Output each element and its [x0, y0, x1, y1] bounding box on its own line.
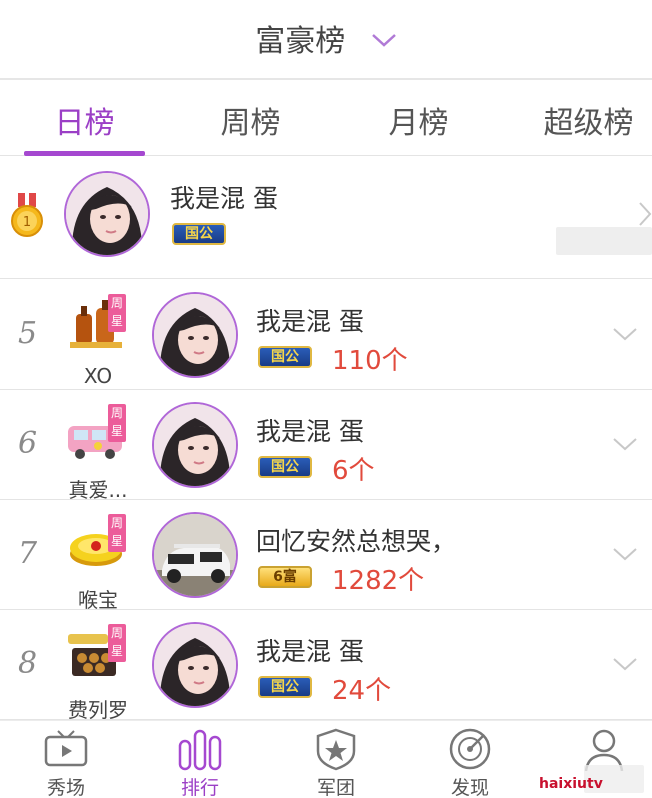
tv-icon — [44, 730, 88, 767]
rank-badge: 国公 — [258, 456, 312, 478]
user-name: 我是混 蛋 — [256, 637, 364, 666]
chevron-down-icon[interactable] — [612, 326, 638, 346]
user-name: 我是混 蛋 — [170, 184, 278, 213]
avatar[interactable] — [152, 622, 238, 708]
rank-number: 7 — [18, 536, 38, 571]
chevron-down-icon — [371, 21, 397, 56]
gift-count: 1282个 — [332, 566, 425, 596]
list-item[interactable]: 7 周星 喉宝 回忆安然总想哭， 6富 1282个 — [0, 500, 652, 612]
rank-badge: 国公 — [258, 676, 312, 698]
rank-badge: 6富 — [258, 566, 312, 588]
rank-badge: 国公 — [258, 346, 312, 368]
list-item[interactable]: 6 周星 真爱... 我是混 蛋 国公 6个 — [0, 390, 652, 502]
week-star-tag: 周星 — [108, 294, 126, 332]
svg-text:1: 1 — [23, 215, 31, 230]
tabbar-item-ranking[interactable]: 排行 — [150, 721, 250, 798]
rank-number: 8 — [18, 646, 38, 681]
tab-weekly[interactable]: 周榜 — [190, 98, 311, 142]
gift-count: 24个 — [332, 676, 392, 706]
blurred-region — [556, 227, 652, 255]
gift-name: 喉宝 — [78, 588, 118, 612]
chevron-down-icon[interactable] — [612, 436, 638, 456]
tabbar-label: 发现 — [450, 777, 489, 798]
chevron-down-icon[interactable] — [612, 546, 638, 566]
user-name: 我是混 蛋 — [256, 417, 364, 446]
tab-daily[interactable]: 日榜 — [24, 98, 145, 142]
shield-star-icon — [316, 728, 356, 771]
period-tabs: 日榜 周榜 月榜 超级榜 — [0, 80, 652, 156]
tabbar-label: 军团 — [316, 777, 355, 798]
tabbar-item-discover[interactable]: 发现 — [420, 721, 520, 798]
tabbar-label: 排行 — [180, 777, 219, 798]
week-star-tag: 周星 — [108, 624, 126, 662]
tabbar-item-legion[interactable]: 军团 — [286, 721, 386, 798]
list-item[interactable]: 5 周星 XO 我是混 蛋 国公 110个 — [0, 280, 652, 390]
week-star-tag: 周星 — [108, 514, 126, 552]
active-tab-indicator — [24, 151, 145, 156]
app-header: 富豪榜 — [0, 0, 652, 80]
rank-badge: 国公 — [172, 223, 226, 245]
rank-number: 5 — [18, 316, 38, 351]
gift-name: XO — [83, 364, 113, 388]
ranking-bars-icon — [178, 729, 222, 771]
tabbar-label: 秀场 — [46, 777, 85, 798]
avatar[interactable] — [64, 171, 150, 257]
gift-name: 真爱... — [68, 478, 128, 502]
watermark: haixiutv — [539, 776, 603, 792]
user-name: 回忆安然总想哭， — [256, 527, 457, 556]
chevron-down-icon[interactable] — [612, 656, 638, 676]
tab-monthly[interactable]: 月榜 — [358, 98, 479, 142]
rank-number: 6 — [18, 426, 38, 461]
gift-name: 费列罗 — [68, 698, 128, 722]
user-name: 我是混 蛋 — [256, 307, 364, 336]
gift-count: 110个 — [332, 346, 408, 376]
tabbar-item-show[interactable]: 秀场 — [16, 721, 116, 798]
avatar[interactable] — [152, 512, 238, 598]
gift-count: 6个 — [332, 456, 375, 486]
list-item[interactable]: 8 周星 费列罗 我是混 蛋 国公 24个 — [0, 610, 652, 722]
page-title: 富豪榜 — [255, 24, 346, 59]
top-entry[interactable]: 1 我是混 蛋 国公 — [0, 157, 652, 279]
avatar[interactable] — [152, 292, 238, 378]
gold-medal-icon: 1 — [10, 193, 44, 239]
ranking-selector[interactable]: 富豪榜 — [0, 16, 652, 60]
radar-icon — [449, 728, 491, 770]
avatar[interactable] — [152, 402, 238, 488]
tab-super[interactable]: 超级榜 — [528, 98, 649, 142]
week-star-tag: 周星 — [108, 404, 126, 442]
